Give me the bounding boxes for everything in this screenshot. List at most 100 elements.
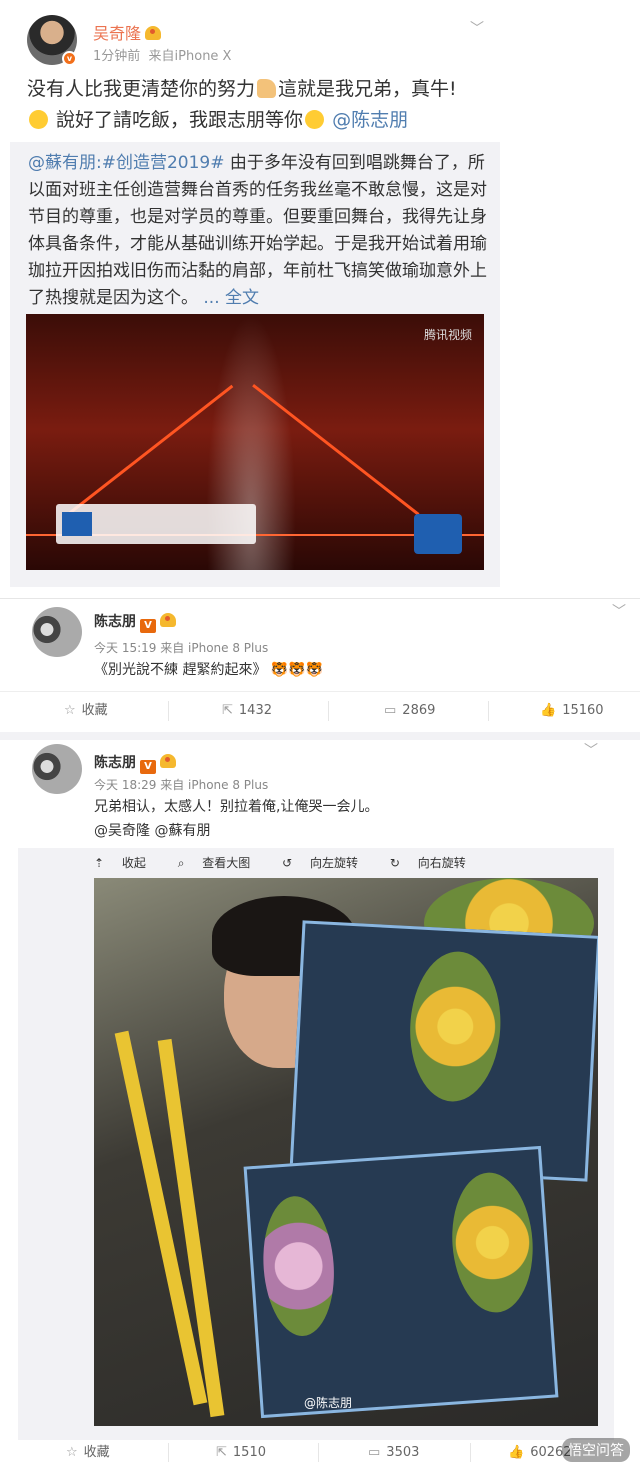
- divider: [318, 1443, 319, 1462]
- corner-watermark: 悟空问答: [562, 1438, 630, 1462]
- share-icon: ⇱: [222, 703, 233, 718]
- author-name[interactable]: 吴奇隆: [93, 20, 162, 44]
- hashtag-link[interactable]: :#创造营2019#: [96, 153, 224, 173]
- grin-emoji-icon: [29, 110, 48, 129]
- favorite-button[interactable]: ☆ 收藏: [64, 692, 108, 730]
- verified-icon: V: [140, 760, 156, 774]
- inset-photo: [289, 920, 598, 1182]
- rotate-left-icon: ↺: [282, 856, 293, 870]
- media-box: ⇡ 收起 ⌕ 查看大图 ↺ 向左旋转 ↻ 向右旋转 @陈志朋: [18, 848, 614, 1440]
- rotate-right-button[interactable]: ↻ 向右旋转: [390, 856, 480, 870]
- post-text-line1: 没有人比我更清楚你的努力: [27, 78, 256, 100]
- video-thumbnail[interactable]: 腾讯视频: [26, 314, 484, 570]
- avatar[interactable]: [32, 744, 82, 794]
- video-caption: [56, 504, 256, 544]
- search-icon: ⌕: [177, 856, 185, 870]
- thumbs-up-icon: 👍: [540, 703, 557, 718]
- divider: [168, 1443, 169, 1462]
- star-icon: ☆: [66, 1445, 78, 1460]
- divider: [488, 701, 489, 721]
- crown-icon: [160, 613, 176, 627]
- author-name-text[interactable]: 陈志朋: [94, 755, 136, 771]
- repost-body: 由于多年没有回到唱跳舞台了，所以面对班主任创造营舞台首秀的任务我丝毫不敢怠慢，这…: [28, 153, 487, 308]
- favorite-label: 收藏: [81, 703, 108, 718]
- divider: [470, 1443, 471, 1462]
- thumbs-up-icon: [257, 79, 277, 98]
- collapse-button[interactable]: ⇡ 收起: [94, 856, 160, 870]
- avatar[interactable]: [32, 607, 82, 657]
- favorite-button[interactable]: ☆ 收藏: [66, 1434, 110, 1462]
- verified-icon: V: [140, 619, 156, 633]
- post-time: 1分钟前: [93, 49, 141, 64]
- mention-links[interactable]: @吴奇隆 @蘇有朋: [94, 820, 210, 840]
- thumbs-up-icon: 👍: [508, 1445, 525, 1460]
- verified-icon: v: [62, 51, 77, 66]
- comment-icon: ▭: [368, 1445, 381, 1460]
- read-more-link[interactable]: ... 全文: [198, 288, 259, 308]
- image-toolbar: ⇡ 收起 ⌕ 查看大图 ↺ 向左旋转 ↻ 向右旋转: [94, 854, 494, 871]
- comment-button[interactable]: ▭ 3503: [368, 1434, 419, 1462]
- view-large-button[interactable]: ⌕ 查看大图: [178, 856, 265, 870]
- post-source: 来自iPhone X: [148, 49, 232, 64]
- view-large-label: 查看大图: [202, 856, 251, 870]
- collapse-icon: ⇡: [94, 856, 105, 870]
- chevron-down-icon[interactable]: ﹀: [612, 601, 626, 621]
- post-meta: 今天 18:29 来自 iPhone 8 Plus: [94, 778, 269, 792]
- video-logo: 腾讯视频: [423, 328, 472, 342]
- favorite-label: 收藏: [83, 1445, 110, 1460]
- reposted-card: @蘇有朋:#创造营2019# 由于多年没有回到唱跳舞台了，所以面对班主任创造营舞…: [10, 142, 500, 587]
- comment-button[interactable]: ▭ 2869: [384, 692, 435, 730]
- repost-button[interactable]: ⇱ 1432: [222, 692, 272, 730]
- post-meta: 1分钟前 来自iPhone X: [93, 45, 231, 64]
- chevron-down-icon[interactable]: ﹀: [584, 740, 598, 760]
- post-meta: 今天 15:19 来自 iPhone 8 Plus: [94, 641, 269, 655]
- brand-logo: [414, 514, 462, 554]
- crown-icon: [145, 26, 162, 40]
- star-icon: ☆: [64, 703, 76, 718]
- laugh-emoji-icon: [305, 110, 325, 129]
- post-wuqilong: v 吴奇隆 1分钟前 来自iPhone X ﹀ 没有人比我更清楚你的努力 這就是我…: [0, 0, 640, 598]
- repost-button[interactable]: ⇱ 1510: [216, 1434, 266, 1462]
- divider: [328, 701, 329, 721]
- flower-bouquet: [447, 1169, 538, 1316]
- post-text-line1b: 這就是我兄弟，真牛!: [278, 78, 457, 100]
- rotate-right-label: 向右旋转: [417, 856, 466, 870]
- flower-bouquet: [258, 1193, 339, 1339]
- tiger-emoji-icon: 🐯🐯🐯: [270, 662, 324, 678]
- mention-link[interactable]: @陈志朋: [332, 109, 408, 131]
- post-chenzhipeng-2: 陈志朋 V ﹀ 今天 18:29 来自 iPhone 8 Plus 兄弟相认，太感…: [0, 732, 640, 1462]
- rotate-left-label: 向左旋转: [310, 856, 359, 870]
- flower-bouquet: [406, 949, 505, 1104]
- action-bar: ☆ 收藏 ⇱ 1510 ▭ 3503 👍 60262: [0, 1434, 640, 1462]
- comment-count: 3503: [386, 1445, 420, 1460]
- author-name-text[interactable]: 陈志朋: [94, 614, 136, 630]
- post-text: 兄弟相认，太感人！别拉着俺,让俺哭一会儿。: [94, 799, 379, 815]
- comment-icon: ▭: [384, 703, 397, 718]
- collapse-label: 收起: [121, 856, 146, 870]
- post-photo[interactable]: @陈志朋: [94, 878, 598, 1426]
- post-text-line2: 說好了請吃飯，我跟志朋等你: [56, 109, 304, 131]
- divider: [168, 701, 169, 721]
- rotate-right-icon: ↻: [389, 856, 400, 870]
- post-chenzhipeng-1: 陈志朋 V ﹀ 今天 15:19 来自 iPhone 8 Plus 《別光說不練 …: [0, 598, 640, 730]
- comment-count: 2869: [402, 703, 436, 718]
- inset-photo: [243, 1145, 559, 1419]
- post-text: 《別光說不練 趕緊約起來》 🐯🐯🐯: [94, 659, 323, 679]
- repost-text: @蘇有朋:#创造营2019# 由于多年没有回到唱跳舞台了，所以面对班主任创造营舞…: [28, 150, 488, 312]
- like-button[interactable]: 👍 15160: [540, 692, 604, 730]
- photo-watermark: @陈志朋: [304, 1396, 353, 1410]
- repost-user-link[interactable]: @蘇有朋: [28, 153, 96, 173]
- share-icon: ⇱: [216, 1445, 227, 1460]
- post-text: 没有人比我更清楚你的努力 這就是我兄弟，真牛! 說好了請吃飯，我跟志朋等你 @陈志…: [27, 74, 477, 136]
- author-name-text[interactable]: 吴奇隆: [93, 24, 141, 43]
- repost-count: 1510: [232, 1445, 266, 1460]
- chevron-down-icon[interactable]: ﹀: [470, 18, 484, 38]
- author-name[interactable]: 陈志朋 V: [94, 611, 176, 633]
- brand-tag: [62, 512, 92, 536]
- action-bar: ☆ 收藏 ⇱ 1432 ▭ 2869 👍 15160: [0, 691, 640, 729]
- crown-icon: [160, 754, 176, 768]
- repost-count: 1432: [238, 703, 272, 718]
- like-count: 15160: [562, 703, 604, 718]
- rotate-left-button[interactable]: ↺ 向左旋转: [282, 856, 372, 870]
- author-name[interactable]: 陈志朋 V: [94, 752, 176, 774]
